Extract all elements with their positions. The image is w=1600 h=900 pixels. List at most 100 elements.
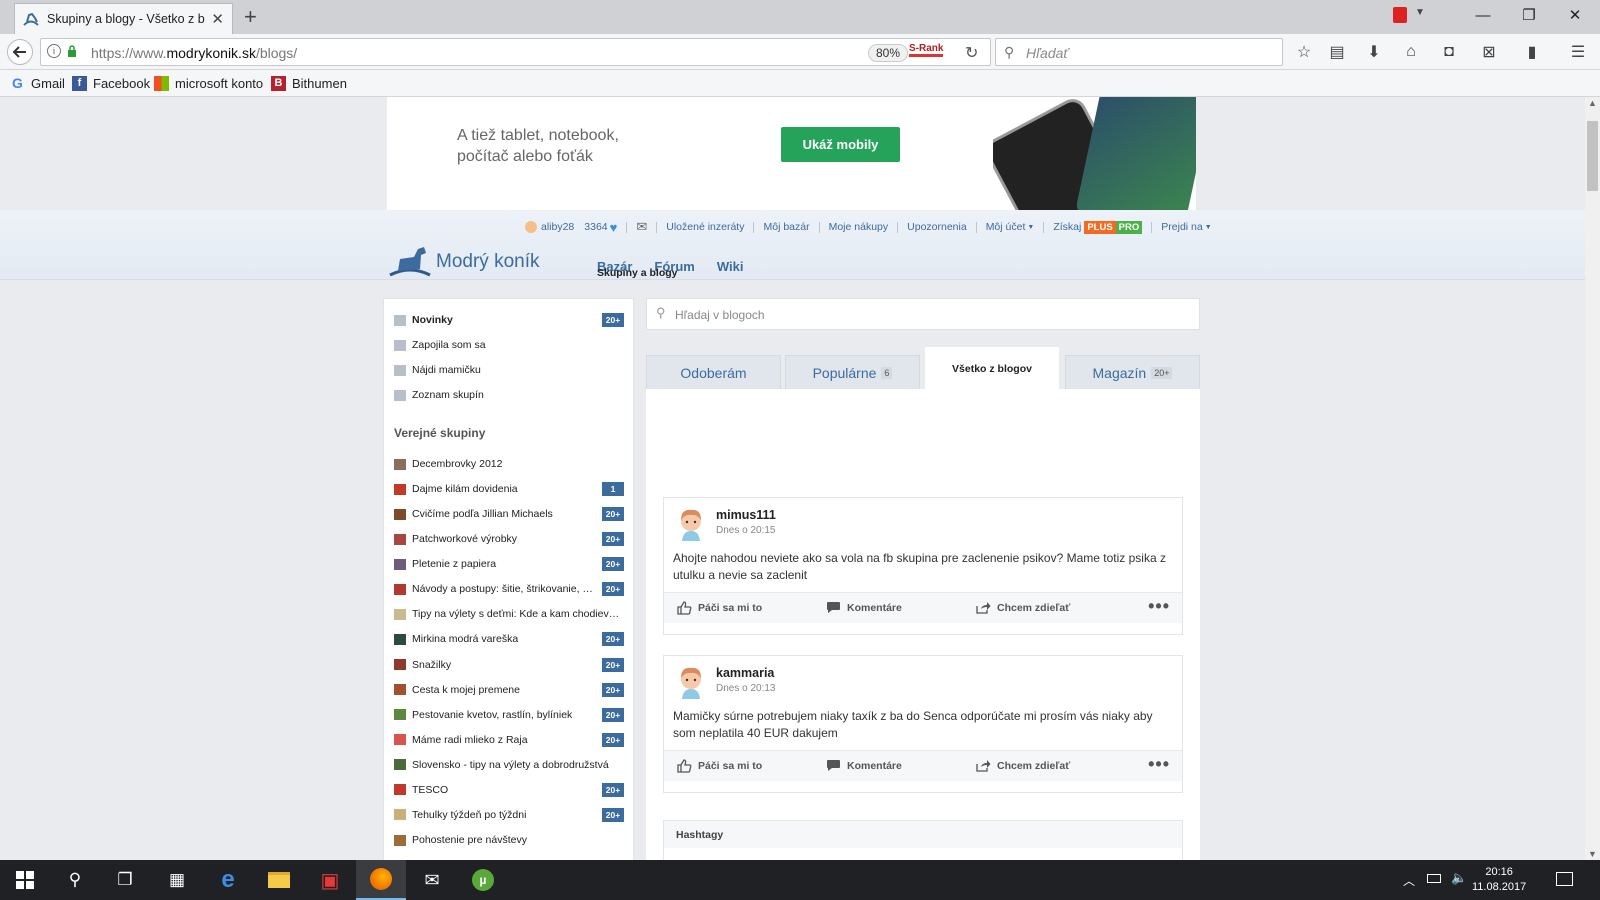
sidebar-group-item[interactable]: Decembrovky 2012 xyxy=(394,454,624,474)
bookmark-facebook[interactable]: f Facebook xyxy=(72,76,150,91)
minimize-icon[interactable]: — xyxy=(1460,0,1506,30)
more-options-icon[interactable]: ••• xyxy=(1148,754,1170,775)
sidebar-group-item[interactable]: TESCO 20+ xyxy=(394,780,624,800)
firefox-icon[interactable] xyxy=(356,860,406,900)
zoom-indicator[interactable]: 80% xyxy=(868,44,909,62)
page-scrollbar[interactable]: ▲ ▼ xyxy=(1585,97,1600,860)
user-avatar[interactable] xyxy=(675,665,707,699)
more-options-icon[interactable]: ••• xyxy=(1148,596,1170,617)
battery-icon[interactable] xyxy=(1427,874,1441,883)
tab-popular[interactable]: Populárne 6 xyxy=(785,355,920,389)
notifications-link[interactable]: Upozornenia xyxy=(907,221,967,233)
new-tab-button[interactable]: + xyxy=(244,6,257,28)
search-icon[interactable]: ⚲ xyxy=(50,860,100,900)
task-view-icon[interactable]: ❐ xyxy=(100,860,150,900)
tray-chevron-icon[interactable]: ︿ xyxy=(1403,872,1415,889)
sidebar-group-item[interactable]: Pohostenie pre návštevy xyxy=(394,830,624,850)
store-icon[interactable]: ▦ xyxy=(152,860,202,900)
browser-search-input[interactable]: ⚲ Hľadať xyxy=(995,38,1283,66)
sidebar-item[interactable]: Zapojila som sa xyxy=(394,335,624,355)
gift-icon[interactable]: ▣ xyxy=(305,860,355,900)
srank-badge[interactable]: S-Rank xyxy=(909,43,944,57)
close-window-icon[interactable]: ✕ xyxy=(1552,0,1598,30)
post-username[interactable]: mimus111 xyxy=(716,508,776,522)
star-icon[interactable]: ☆ xyxy=(1293,42,1315,62)
my-bazaar-link[interactable]: Môj bazár xyxy=(763,221,809,233)
share-button[interactable]: Chcem zdieľať xyxy=(976,601,1070,614)
my-purchases-link[interactable]: Moje nákupy xyxy=(829,221,889,233)
sidebar-group-item[interactable]: Mirkina modrá vareška 20+ xyxy=(394,629,624,649)
reload-icon[interactable]: ↻ xyxy=(965,43,978,63)
scrollbar-thumb[interactable] xyxy=(1587,121,1598,191)
sidebar-group-item[interactable]: Slovensko - tipy na výlety a dobrodružst… xyxy=(394,755,624,775)
tab-list-icon[interactable]: ▼ xyxy=(1415,7,1425,18)
home-icon[interactable]: ⌂ xyxy=(1400,42,1422,62)
sidebar-group-item[interactable]: Pestovanie kvetov, rastlín, bylíniek 20+ xyxy=(394,705,624,725)
file-explorer-icon[interactable] xyxy=(254,860,304,900)
sidebar-group-item[interactable]: Pletenie z papiera 20+ xyxy=(394,554,624,574)
sidebar-group-item[interactable]: Dajme kilám dovidenia 1 xyxy=(394,479,624,499)
blog-search-input[interactable]: ⚲ Hľadaj v blogoch xyxy=(646,298,1200,330)
edge-icon[interactable]: e xyxy=(203,860,253,900)
sidebar-item[interactable]: Novinky 20+ xyxy=(394,310,624,330)
bookmark-gmail[interactable]: G Gmail xyxy=(10,76,65,92)
sidebar-group-item[interactable]: Návody a postupy: šitie, štrikovanie, kr… xyxy=(394,579,624,599)
go-to-link[interactable]: Prejdi na xyxy=(1161,221,1202,233)
scroll-down-icon[interactable]: ▼ xyxy=(1588,849,1597,859)
utorrent-icon[interactable]: µ xyxy=(458,860,508,900)
saved-ads-link[interactable]: Uložené inzeráty xyxy=(666,221,744,233)
ad-banner[interactable]: A tiež tablet, notebook, počítač alebo fo… xyxy=(387,97,1196,210)
info-icon[interactable]: i xyxy=(47,44,61,58)
my-account-link[interactable]: Môj účet xyxy=(986,221,1026,233)
start-icon[interactable] xyxy=(0,860,50,900)
mail-icon[interactable]: ✉ xyxy=(407,860,457,900)
site-logo[interactable]: Modrý koník xyxy=(388,245,539,279)
post-text[interactable]: Mamičky súrne potrebujem niaky taxík z b… xyxy=(673,708,1173,741)
bookmark-bithumen[interactable]: B Bithumen xyxy=(271,76,347,91)
nav-groups-blogs[interactable]: Skupiny a blogy xyxy=(597,267,678,279)
share-button[interactable]: Chcem zdieľať xyxy=(976,759,1070,772)
pocket-icon[interactable]: ◘ xyxy=(1438,42,1460,62)
menu-icon[interactable]: ☰ xyxy=(1567,42,1589,62)
sidebar-group-item[interactable]: Patchworkové výrobky 20+ xyxy=(394,529,624,549)
mail-icon[interactable]: ✉ xyxy=(636,219,647,235)
back-button[interactable] xyxy=(7,39,33,65)
tab-all-blogs[interactable]: Všetko z blogov xyxy=(925,347,1059,389)
like-button[interactable]: Páči sa mi to xyxy=(677,601,762,615)
username-link[interactable]: aliby28 xyxy=(541,221,574,233)
clock[interactable]: 20:16 11.08.2017 xyxy=(1472,865,1526,895)
download-icon[interactable]: ⬇ xyxy=(1363,42,1385,62)
extension-icon[interactable] xyxy=(1393,7,1407,23)
url-bar[interactable]: i https://www.modrykonik.sk/blogs/ 80% S… xyxy=(40,38,991,66)
close-tab-icon[interactable]: ✕ xyxy=(211,10,224,28)
reading-list-icon[interactable]: ▤ xyxy=(1326,42,1348,62)
sidebar-group-item[interactable]: Cesta k mojej premene 20+ xyxy=(394,680,624,700)
tab-magazine[interactable]: Magazín 20+ xyxy=(1065,355,1200,389)
hearts-count[interactable]: 3364 xyxy=(584,221,607,233)
sidebar-item[interactable]: Nájdi mamičku xyxy=(394,360,624,380)
get-link[interactable]: Získaj xyxy=(1053,221,1081,233)
plus-badge[interactable]: PLUS xyxy=(1084,220,1116,234)
sidebar-group-item[interactable]: Tehulky týždeň po týždni 20+ xyxy=(394,805,624,825)
restore-icon[interactable]: ❐ xyxy=(1506,0,1552,30)
nav-wiki[interactable]: Wiki xyxy=(717,259,744,274)
sidebar-group-item[interactable]: Cvičíme podľa Jillian Michaels 20+ xyxy=(394,504,624,524)
pro-badge[interactable]: PRO xyxy=(1115,220,1143,234)
comments-button[interactable]: Komentáre xyxy=(826,601,902,614)
comments-button[interactable]: Komentáre xyxy=(826,759,902,772)
bookmark-microsoft[interactable]: microsoft konto xyxy=(154,76,263,91)
show-phones-button[interactable]: Ukáž mobily xyxy=(781,127,900,162)
tab-subscribed[interactable]: Odoberám xyxy=(646,355,781,389)
sidebar-item[interactable]: Zoznam skupín xyxy=(394,385,624,405)
scroll-up-icon[interactable]: ▲ xyxy=(1588,98,1597,108)
sidebar-group-item[interactable]: Tipy na výlety s deťmi: Kde a kam chodie… xyxy=(394,604,624,624)
extension-x-icon[interactable]: ⊠ xyxy=(1478,42,1500,62)
browser-tab[interactable]: Skupiny a blogy - Všetko z b ✕ xyxy=(14,3,233,34)
post-text[interactable]: Ahojte nahodou neviete ako sa vola na fb… xyxy=(673,550,1173,583)
post-username[interactable]: kammaria xyxy=(716,666,774,680)
notifications-icon[interactable] xyxy=(1556,872,1573,886)
sidebar-group-item[interactable]: Snažilky 20+ xyxy=(394,655,624,675)
library-icon[interactable]: ▮ xyxy=(1521,42,1543,62)
like-button[interactable]: Páči sa mi to xyxy=(677,759,762,773)
volume-icon[interactable]: 🔈 xyxy=(1451,870,1467,886)
